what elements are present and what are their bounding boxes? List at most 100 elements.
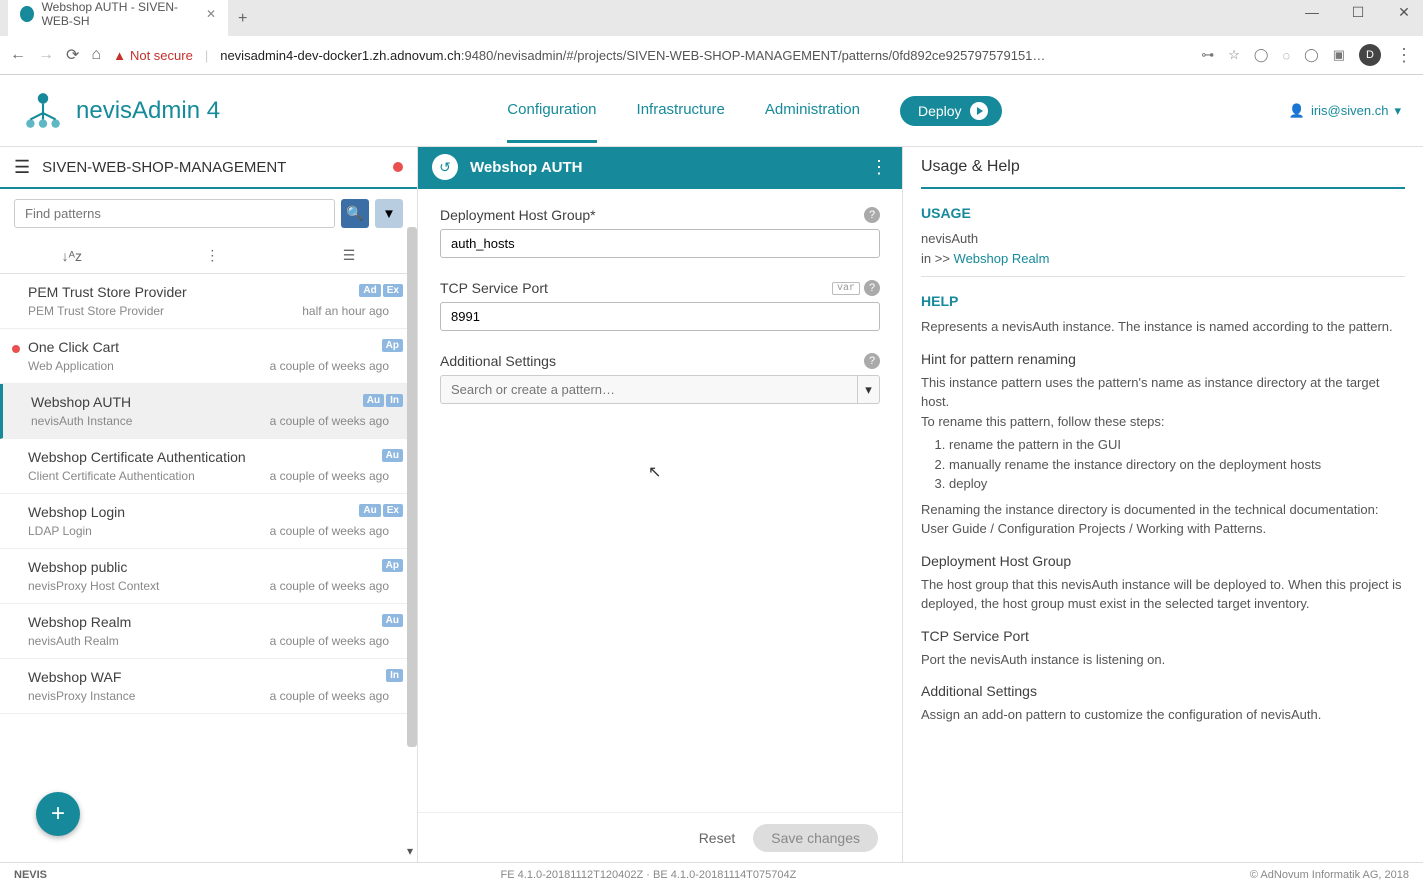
pattern-title: Webshop Certificate Authentication xyxy=(28,449,389,465)
additional-settings-input[interactable] xyxy=(440,375,858,404)
tcp-port-input[interactable] xyxy=(440,302,880,331)
pattern-subtitle: Web Application xyxy=(28,359,114,373)
badge-group: AuIn xyxy=(363,394,403,407)
user-menu[interactable]: 👤 iris@siven.ch ▾ xyxy=(1289,103,1401,119)
star-icon[interactable]: ☆ xyxy=(1228,47,1240,63)
reload-icon[interactable]: ⟳ xyxy=(66,45,79,65)
status-dot xyxy=(393,162,403,172)
search-input[interactable] xyxy=(14,199,335,228)
logo-icon xyxy=(22,90,64,132)
nav-infrastructure[interactable]: Infrastructure xyxy=(637,79,725,143)
scrollbar[interactable] xyxy=(407,227,417,747)
pattern-title: PEM Trust Store Provider xyxy=(28,284,389,300)
url-text[interactable]: nevisadmin4-dev-docker1.zh.adnovum.ch:94… xyxy=(220,48,1189,63)
hint-p3: Renaming the instance directory is docum… xyxy=(921,500,1405,539)
usage-link[interactable]: Webshop Realm xyxy=(954,251,1050,266)
cast-icon[interactable]: ▣ xyxy=(1333,47,1345,63)
chat-icon[interactable]: ◯ xyxy=(1304,47,1319,63)
footer-logo: NEVIS xyxy=(14,869,47,881)
pattern-subtitle: LDAP Login xyxy=(28,524,92,538)
panel-more-icon[interactable]: ⋮ xyxy=(870,157,888,178)
extension-icon[interactable]: ◯ xyxy=(1254,47,1269,63)
back-icon[interactable]: ← xyxy=(10,46,26,64)
help-title: Usage & Help xyxy=(921,147,1405,189)
chevron-down-icon: ▾ xyxy=(1394,103,1401,119)
usage-heading: USAGE xyxy=(921,205,1405,221)
host-group-input[interactable] xyxy=(440,229,880,258)
field-additional-settings: Additional Settings ? ▾ xyxy=(440,353,880,404)
pattern-time: a couple of weeks ago xyxy=(270,414,389,428)
chevron-down-icon[interactable]: ▾ xyxy=(858,375,880,404)
sidebar-expand-icon[interactable]: ▾ xyxy=(407,844,413,858)
tcp-heading: TCP Service Port xyxy=(921,628,1405,644)
pattern-item[interactable]: Webshop WAFInnevisProxy Instancea couple… xyxy=(0,659,417,714)
nav-configuration[interactable]: Configuration xyxy=(507,79,596,143)
badge: Au xyxy=(363,394,384,407)
save-button[interactable]: Save changes xyxy=(753,824,878,852)
help-icon[interactable]: ? xyxy=(864,353,880,369)
step-3: deploy xyxy=(949,474,1405,494)
badge: Ad xyxy=(359,284,380,297)
footer-version: FE 4.1.0-20181112T120402Z · BE 4.1.0-201… xyxy=(47,869,1250,881)
pattern-subtitle: Client Certificate Authentication xyxy=(28,469,195,483)
help-icon[interactable]: ? xyxy=(864,207,880,223)
reset-button[interactable]: Reset xyxy=(699,830,736,846)
key-icon[interactable]: ⊶ xyxy=(1201,47,1214,63)
maximize-icon[interactable]: ☐ xyxy=(1343,4,1373,21)
pattern-time: a couple of weeks ago xyxy=(270,359,389,373)
logo-block[interactable]: nevisAdmin 4 xyxy=(22,90,220,132)
search-button[interactable]: 🔍 xyxy=(341,199,369,228)
badge: In xyxy=(386,669,403,682)
favicon-icon xyxy=(20,6,34,22)
extension-icon-2[interactable]: ◌ xyxy=(1282,48,1290,63)
forward-icon[interactable]: → xyxy=(38,46,54,64)
hamburger-icon[interactable]: ☰ xyxy=(14,157,30,178)
badge-group: Au xyxy=(382,449,403,462)
sort-more-icon[interactable]: ⋮ xyxy=(205,247,219,264)
field-label: TCP Service Port xyxy=(440,280,548,296)
view-list-icon[interactable]: ☰ xyxy=(343,247,356,264)
nav-administration[interactable]: Administration xyxy=(765,79,860,143)
browser-tab[interactable]: Webshop AUTH - SIVEN-WEB-SH ✕ xyxy=(8,0,228,36)
profile-avatar[interactable]: D xyxy=(1359,44,1381,66)
var-badge[interactable]: var xyxy=(832,282,860,295)
close-window-icon[interactable]: ✕ xyxy=(1389,4,1419,21)
pattern-item[interactable]: Webshop AUTHAuInnevisAuth Instancea coup… xyxy=(0,384,417,439)
pattern-item[interactable]: One Click CartApWeb Applicationa couple … xyxy=(0,329,417,384)
badge: Ap xyxy=(382,559,403,572)
new-tab-button[interactable]: + xyxy=(228,2,257,36)
pattern-list[interactable]: PEM Trust Store ProviderAdExPEM Trust St… xyxy=(0,274,417,862)
panel-header: ↺ Webshop AUTH ⋮ xyxy=(418,147,902,189)
close-tab-icon[interactable]: ✕ xyxy=(206,7,216,21)
project-name: SIVEN-WEB-SHOP-MANAGEMENT xyxy=(42,159,381,176)
security-indicator[interactable]: ▲ Not secure xyxy=(113,48,193,63)
deploy-button[interactable]: Deploy xyxy=(900,96,1002,126)
browser-chrome: Webshop AUTH - SIVEN-WEB-SH ✕ + — ☐ ✕ ← … xyxy=(0,0,1423,75)
user-icon: 👤 xyxy=(1289,103,1305,119)
dhg-heading: Deployment Host Group xyxy=(921,553,1405,569)
pattern-time: a couple of weeks ago xyxy=(270,469,389,483)
sort-alpha-icon[interactable]: ↓ᴬᴢ xyxy=(62,248,82,264)
add-pattern-fab[interactable]: + xyxy=(36,792,80,836)
field-tcp-port: TCP Service Port var ? xyxy=(440,280,880,331)
pattern-title: Webshop WAF xyxy=(28,669,389,685)
pattern-item[interactable]: Webshop Certificate AuthenticationAu Clie… xyxy=(0,439,417,494)
pattern-time: a couple of weeks ago xyxy=(270,634,389,648)
badge: Au xyxy=(359,504,380,517)
pattern-title: Webshop Realm xyxy=(28,614,389,630)
help-icon[interactable]: ? xyxy=(864,280,880,296)
pattern-item[interactable]: Webshop publicApnevisProxy Host Contexta… xyxy=(0,549,417,604)
badge-group: AdEx xyxy=(359,284,403,297)
url-bar: ← → ⟳ ⌂ ▲ Not secure | nevisadmin4-dev-d… xyxy=(0,36,1423,74)
badge: Au xyxy=(382,449,403,462)
browser-menu-icon[interactable]: ⋮ xyxy=(1395,45,1413,66)
pattern-item[interactable]: Webshop RealmAunevisAuth Realma couple o… xyxy=(0,604,417,659)
badge: In xyxy=(386,394,403,407)
pattern-item[interactable]: PEM Trust Store ProviderAdExPEM Trust St… xyxy=(0,274,417,329)
filter-button[interactable]: ▼ xyxy=(375,199,403,228)
home-icon[interactable]: ⌂ xyxy=(91,46,101,64)
pattern-type-icon: ↺ xyxy=(432,154,458,180)
pattern-time: a couple of weeks ago xyxy=(270,689,389,703)
minimize-icon[interactable]: — xyxy=(1297,4,1327,21)
pattern-item[interactable]: Webshop LoginAuExLDAP Logina couple of w… xyxy=(0,494,417,549)
